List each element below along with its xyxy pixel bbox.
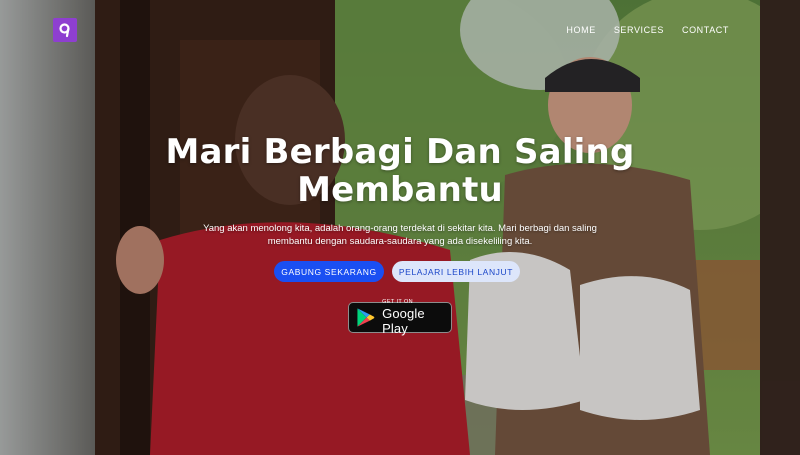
learn-more-button[interactable]: PELAJARI LEBIH LANJUT: [392, 261, 520, 282]
join-now-button[interactable]: GABUNG SEKARANG: [274, 261, 384, 282]
main-navigation: HOME SERVICES CONTACT: [566, 24, 729, 36]
badge-store-name: Google Play: [382, 306, 425, 336]
hero-section: HOME SERVICES CONTACT Mari Berbagi Dan S…: [0, 0, 800, 455]
hero-headline: Mari Berbagi Dan Saling Membantu: [165, 132, 635, 210]
google-play-badge[interactable]: GET IT ON Google Play: [348, 299, 452, 336]
brand-logo[interactable]: [53, 18, 77, 42]
nav-contact-link[interactable]: CONTACT: [682, 24, 729, 36]
google-play-badge-text: GET IT ON Google Play: [382, 299, 451, 336]
badge-get-it-on-label: GET IT ON: [382, 299, 414, 305]
nav-home-link[interactable]: HOME: [566, 24, 595, 36]
hero-description: Yang akan menolong kita, adalah orang-or…: [203, 223, 597, 247]
brand-logo-icon: [59, 23, 70, 38]
nav-services-link[interactable]: SERVICES: [614, 24, 664, 36]
google-play-icon: [357, 308, 375, 327]
